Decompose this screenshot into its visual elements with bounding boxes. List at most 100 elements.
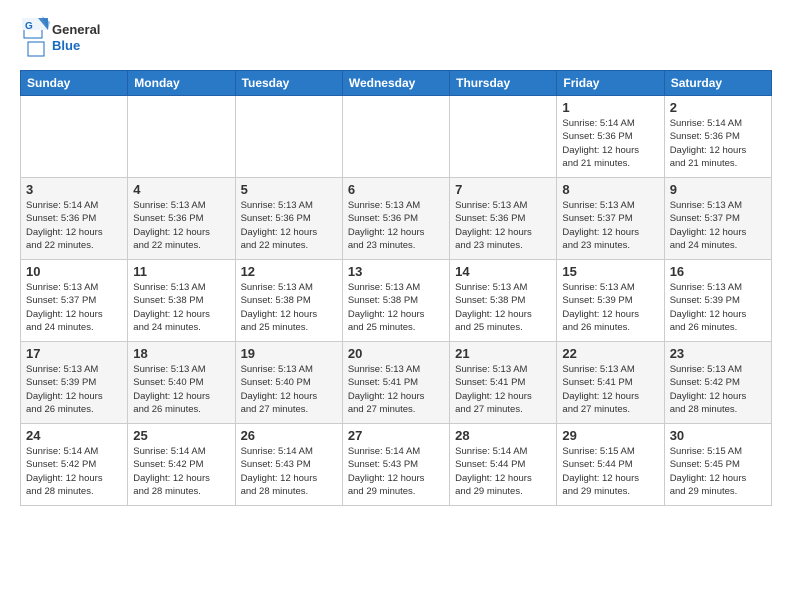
- day-number: 6: [348, 182, 444, 197]
- calendar-cell: 14Sunrise: 5:13 AM Sunset: 5:38 PM Dayli…: [450, 260, 557, 342]
- day-info: Sunrise: 5:13 AM Sunset: 5:42 PM Dayligh…: [670, 363, 766, 416]
- calendar-cell: 23 Sunrise: 5:13 AM Sunset: 5:42 PM Dayli…: [664, 342, 771, 424]
- logo: General Blue G: [20, 16, 110, 60]
- calendar-cell: 19 Sunrise: 5:13 AM Sunset: 5:40 PM Dayli…: [235, 342, 342, 424]
- day-info: Sunrise: 5:13 AM Sunset: 5:39 PM Dayligh…: [670, 281, 766, 334]
- svg-text:Blue: Blue: [52, 38, 80, 53]
- day-number: 29: [562, 428, 658, 443]
- calendar-cell: 6 Sunrise: 5:13 AM Sunset: 5:36 PM Daylig…: [342, 178, 449, 260]
- calendar-week-1: 1 Sunrise: 5:14 AM Sunset: 5:36 PM Daylig…: [21, 96, 772, 178]
- calendar-cell: 29 Sunrise: 5:15 AM Sunset: 5:44 PM Dayli…: [557, 424, 664, 506]
- calendar-cell: 2 Sunrise: 5:14 AM Sunset: 5:36 PM Daylig…: [664, 96, 771, 178]
- day-info: Sunrise: 5:13 AM Sunset: 5:38 PM Dayligh…: [348, 281, 444, 334]
- day-number: 22: [562, 346, 658, 361]
- day-info: Sunrise: 5:14 AM Sunset: 5:36 PM Dayligh…: [26, 199, 122, 252]
- day-number: 10: [26, 264, 122, 279]
- day-number: 1: [562, 100, 658, 115]
- day-info: Sunrise: 5:13 AM Sunset: 5:39 PM Dayligh…: [562, 281, 658, 334]
- calendar: SundayMondayTuesdayWednesdayThursdayFrid…: [20, 70, 772, 506]
- calendar-week-4: 17 Sunrise: 5:13 AM Sunset: 5:39 PM Dayli…: [21, 342, 772, 424]
- day-number: 26: [241, 428, 337, 443]
- day-info: Sunrise: 5:13 AM Sunset: 5:36 PM Dayligh…: [348, 199, 444, 252]
- day-info: Sunrise: 5:13 AM Sunset: 5:37 PM Dayligh…: [670, 199, 766, 252]
- weekday-header-thursday: Thursday: [450, 71, 557, 96]
- day-number: 23: [670, 346, 766, 361]
- calendar-cell: [450, 96, 557, 178]
- header: General Blue G: [20, 16, 772, 60]
- day-number: 13: [348, 264, 444, 279]
- weekday-header-row: SundayMondayTuesdayWednesdayThursdayFrid…: [21, 71, 772, 96]
- day-number: 20: [348, 346, 444, 361]
- day-info: Sunrise: 5:13 AM Sunset: 5:37 PM Dayligh…: [562, 199, 658, 252]
- day-number: 18: [133, 346, 229, 361]
- day-number: 5: [241, 182, 337, 197]
- weekday-header-monday: Monday: [128, 71, 235, 96]
- day-info: Sunrise: 5:13 AM Sunset: 5:36 PM Dayligh…: [133, 199, 229, 252]
- day-number: 2: [670, 100, 766, 115]
- day-number: 12: [241, 264, 337, 279]
- day-info: Sunrise: 5:13 AM Sunset: 5:36 PM Dayligh…: [455, 199, 551, 252]
- calendar-cell: 28Sunrise: 5:14 AM Sunset: 5:44 PM Dayli…: [450, 424, 557, 506]
- day-info: Sunrise: 5:14 AM Sunset: 5:43 PM Dayligh…: [348, 445, 444, 498]
- day-info: Sunrise: 5:13 AM Sunset: 5:41 PM Dayligh…: [455, 363, 551, 416]
- day-number: 24: [26, 428, 122, 443]
- day-number: 15: [562, 264, 658, 279]
- day-number: 30: [670, 428, 766, 443]
- day-info: Sunrise: 5:14 AM Sunset: 5:36 PM Dayligh…: [670, 117, 766, 170]
- day-info: Sunrise: 5:13 AM Sunset: 5:40 PM Dayligh…: [133, 363, 229, 416]
- day-info: Sunrise: 5:14 AM Sunset: 5:42 PM Dayligh…: [133, 445, 229, 498]
- calendar-cell: 17 Sunrise: 5:13 AM Sunset: 5:39 PM Dayli…: [21, 342, 128, 424]
- calendar-cell: 1 Sunrise: 5:14 AM Sunset: 5:36 PM Daylig…: [557, 96, 664, 178]
- calendar-cell: 9 Sunrise: 5:13 AM Sunset: 5:37 PM Daylig…: [664, 178, 771, 260]
- day-info: Sunrise: 5:14 AM Sunset: 5:43 PM Dayligh…: [241, 445, 337, 498]
- calendar-cell: [21, 96, 128, 178]
- day-info: Sunrise: 5:13 AM Sunset: 5:41 PM Dayligh…: [562, 363, 658, 416]
- calendar-cell: 21 Sunrise: 5:13 AM Sunset: 5:41 PM Dayli…: [450, 342, 557, 424]
- calendar-cell: [128, 96, 235, 178]
- day-number: 7: [455, 182, 551, 197]
- weekday-header-friday: Friday: [557, 71, 664, 96]
- day-number: 21: [455, 346, 551, 361]
- weekday-header-sunday: Sunday: [21, 71, 128, 96]
- day-number: 19: [241, 346, 337, 361]
- calendar-cell: 12Sunrise: 5:13 AM Sunset: 5:38 PM Dayli…: [235, 260, 342, 342]
- day-info: Sunrise: 5:13 AM Sunset: 5:36 PM Dayligh…: [241, 199, 337, 252]
- day-number: 8: [562, 182, 658, 197]
- calendar-cell: 16 Sunrise: 5:13 AM Sunset: 5:39 PM Dayli…: [664, 260, 771, 342]
- day-info: Sunrise: 5:13 AM Sunset: 5:37 PM Dayligh…: [26, 281, 122, 334]
- day-info: Sunrise: 5:14 AM Sunset: 5:42 PM Dayligh…: [26, 445, 122, 498]
- calendar-cell: 18 Sunrise: 5:13 AM Sunset: 5:40 PM Dayli…: [128, 342, 235, 424]
- calendar-cell: 7 Sunrise: 5:13 AM Sunset: 5:36 PM Daylig…: [450, 178, 557, 260]
- day-info: Sunrise: 5:13 AM Sunset: 5:38 PM Dayligh…: [133, 281, 229, 334]
- calendar-week-5: 24 Sunrise: 5:14 AM Sunset: 5:42 PM Dayli…: [21, 424, 772, 506]
- day-number: 25: [133, 428, 229, 443]
- day-number: 9: [670, 182, 766, 197]
- calendar-cell: 22 Sunrise: 5:13 AM Sunset: 5:41 PM Dayli…: [557, 342, 664, 424]
- day-number: 27: [348, 428, 444, 443]
- weekday-header-saturday: Saturday: [664, 71, 771, 96]
- day-info: Sunrise: 5:14 AM Sunset: 5:44 PM Dayligh…: [455, 445, 551, 498]
- day-info: Sunrise: 5:13 AM Sunset: 5:40 PM Dayligh…: [241, 363, 337, 416]
- calendar-cell: 24 Sunrise: 5:14 AM Sunset: 5:42 PM Dayli…: [21, 424, 128, 506]
- day-info: Sunrise: 5:13 AM Sunset: 5:41 PM Dayligh…: [348, 363, 444, 416]
- calendar-cell: 11 Sunrise: 5:13 AM Sunset: 5:38 PM Dayli…: [128, 260, 235, 342]
- calendar-cell: 10 Sunrise: 5:13 AM Sunset: 5:37 PM Dayli…: [21, 260, 128, 342]
- day-number: 4: [133, 182, 229, 197]
- day-number: 16: [670, 264, 766, 279]
- calendar-week-2: 3 Sunrise: 5:14 AM Sunset: 5:36 PM Daylig…: [21, 178, 772, 260]
- svg-text:G: G: [25, 21, 33, 32]
- day-number: 17: [26, 346, 122, 361]
- day-number: 3: [26, 182, 122, 197]
- day-info: Sunrise: 5:13 AM Sunset: 5:39 PM Dayligh…: [26, 363, 122, 416]
- calendar-cell: [342, 96, 449, 178]
- calendar-cell: 27 Sunrise: 5:14 AM Sunset: 5:43 PM Dayli…: [342, 424, 449, 506]
- day-info: Sunrise: 5:14 AM Sunset: 5:36 PM Dayligh…: [562, 117, 658, 170]
- calendar-cell: 8 Sunrise: 5:13 AM Sunset: 5:37 PM Daylig…: [557, 178, 664, 260]
- weekday-header-tuesday: Tuesday: [235, 71, 342, 96]
- day-info: Sunrise: 5:15 AM Sunset: 5:44 PM Dayligh…: [562, 445, 658, 498]
- calendar-cell: 13 Sunrise: 5:13 AM Sunset: 5:38 PM Dayli…: [342, 260, 449, 342]
- calendar-cell: 30Sunrise: 5:15 AM Sunset: 5:45 PM Dayli…: [664, 424, 771, 506]
- logo-svg: General Blue G: [20, 16, 110, 60]
- day-number: 11: [133, 264, 229, 279]
- calendar-cell: 26 Sunrise: 5:14 AM Sunset: 5:43 PM Dayli…: [235, 424, 342, 506]
